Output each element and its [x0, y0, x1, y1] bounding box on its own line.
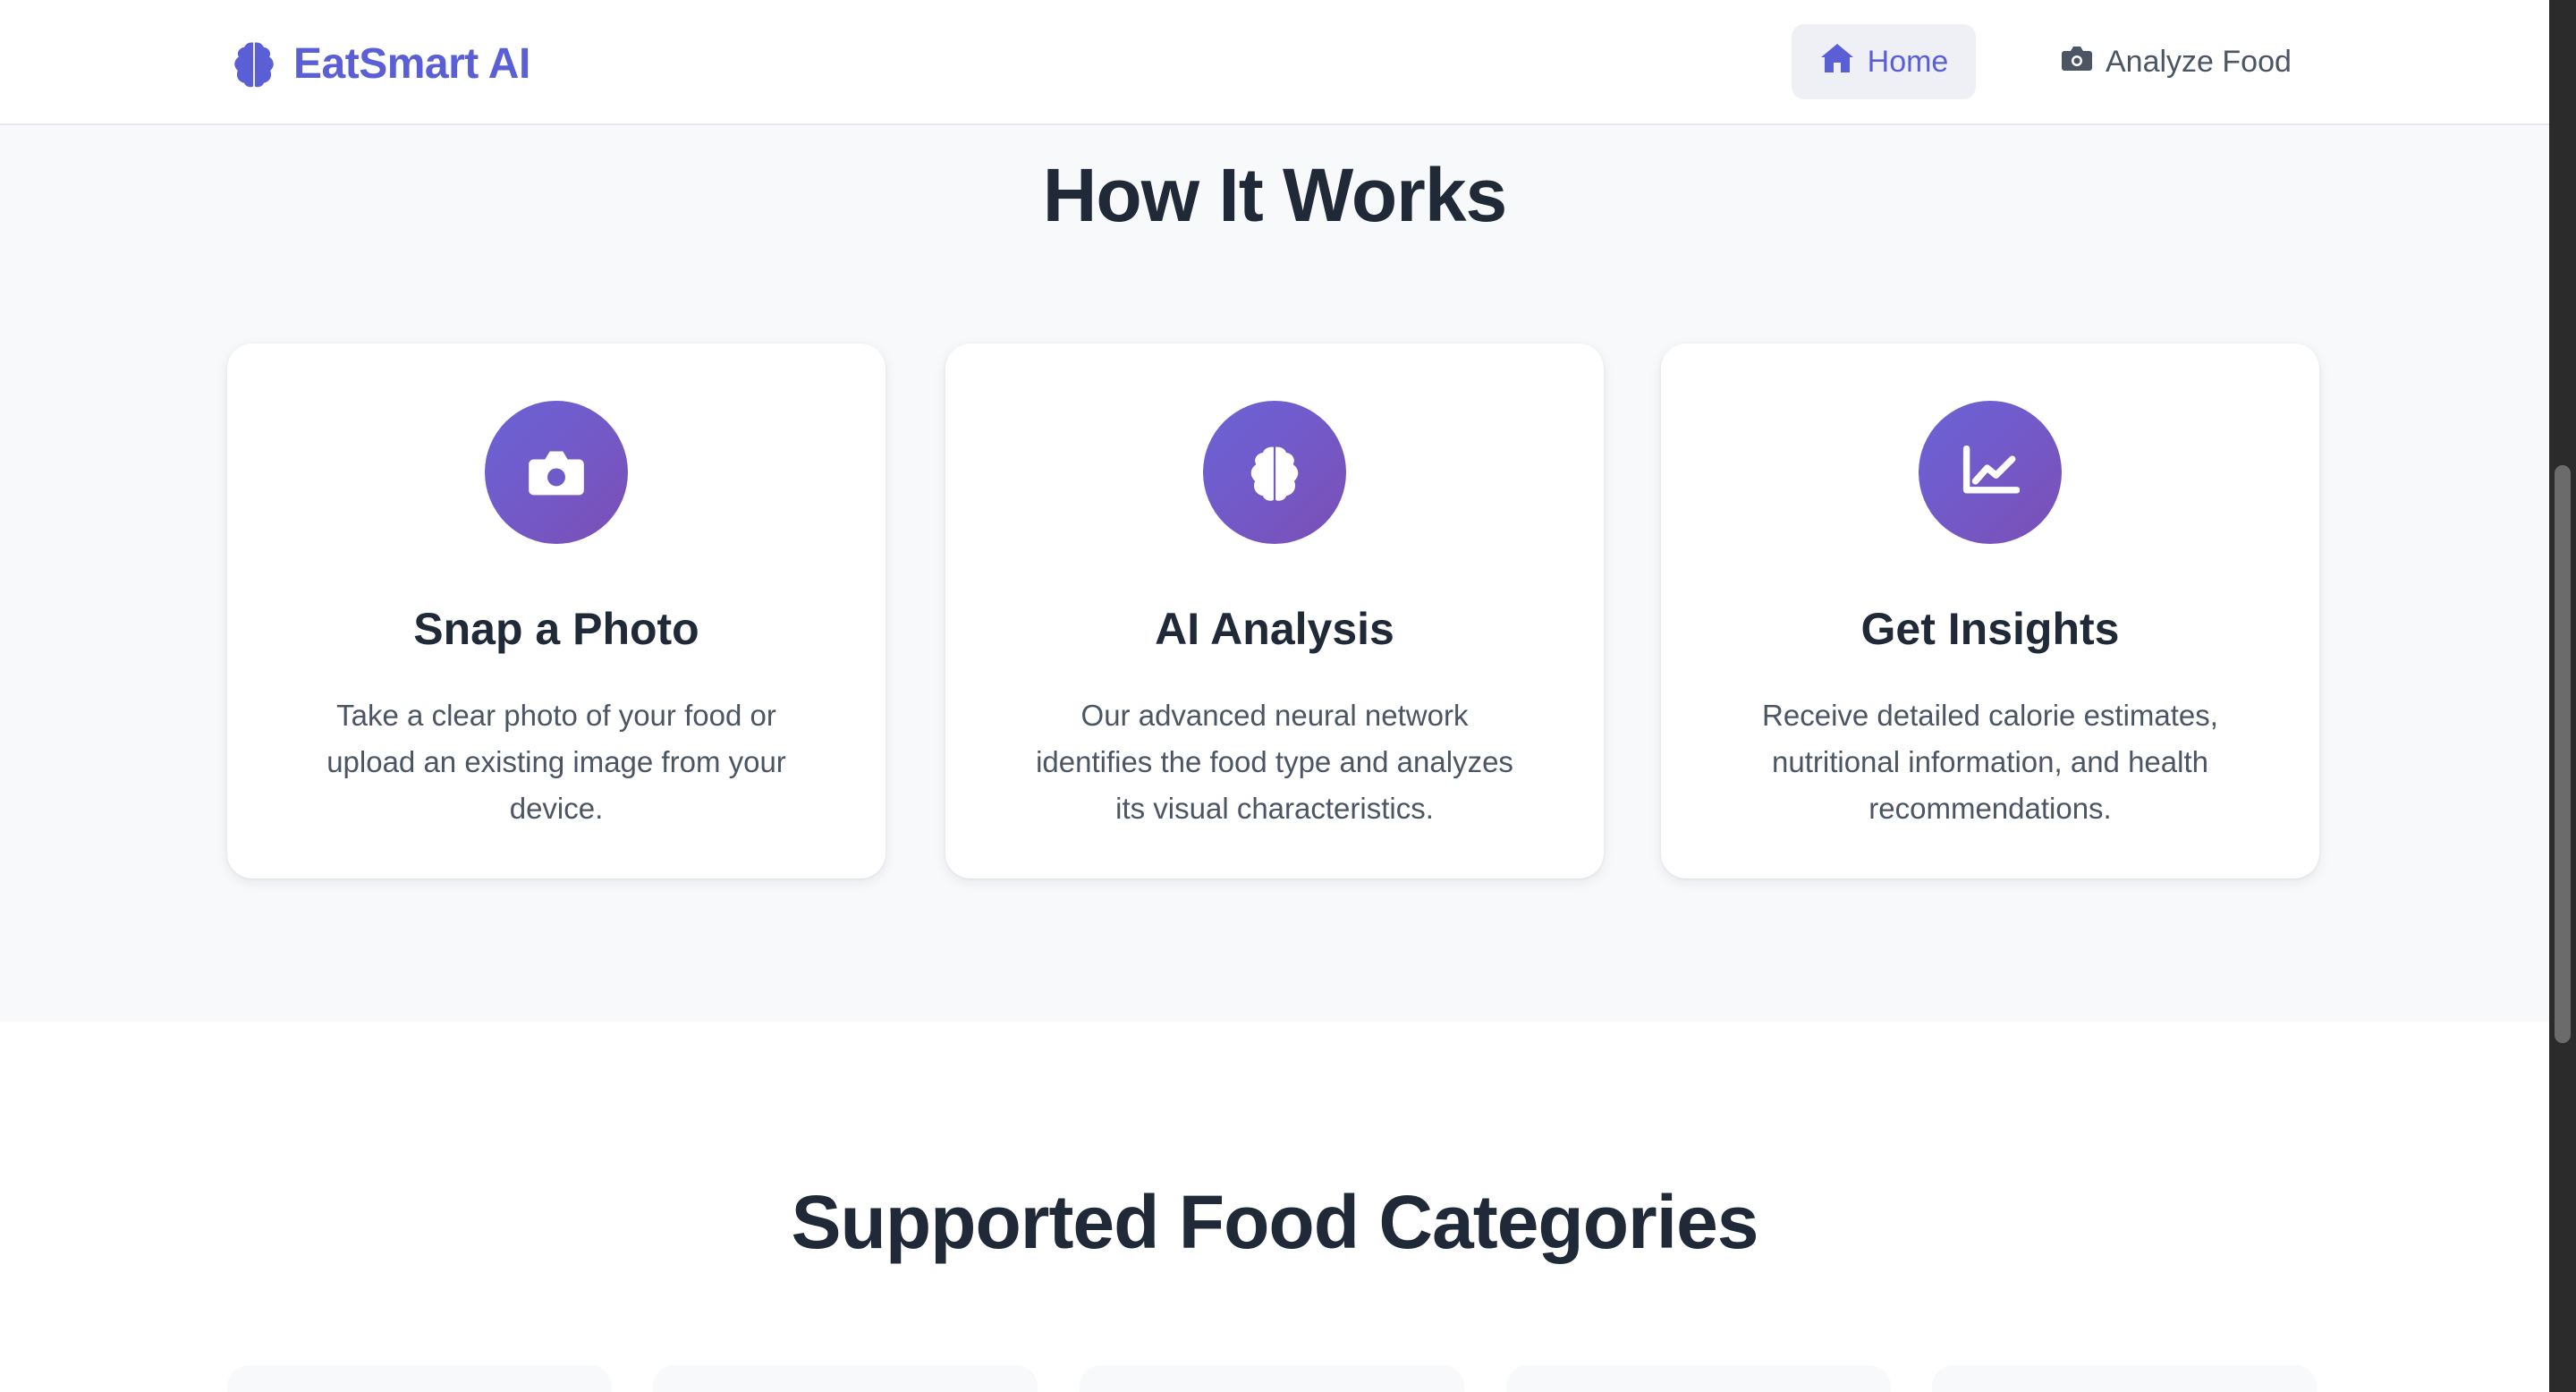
category-tile[interactable]	[1932, 1365, 2317, 1392]
brand-logo[interactable]: EatSmart AI	[227, 32, 530, 95]
nav-home-label: Home	[1867, 44, 1949, 79]
card-description: Receive detailed calorie estimates, nutr…	[1762, 699, 2218, 825]
categories-title: Supported Food Categories	[791, 1180, 1758, 1264]
card-get-insights: Get Insights Receive detailed calorie es…	[1661, 344, 2319, 878]
card-ai-analysis: AI Analysis Our advanced neural network …	[945, 344, 1604, 878]
category-tile[interactable]	[227, 1365, 612, 1392]
camera-icon	[2061, 44, 2093, 81]
scrollbar-thumb[interactable]	[2555, 465, 2571, 1043]
card-snap-photo: Snap a Photo Take a clear photo of your …	[227, 344, 886, 878]
vertical-scrollbar[interactable]	[2549, 0, 2576, 1392]
category-tile[interactable]	[1506, 1365, 1891, 1392]
card-title: Snap a Photo	[413, 604, 699, 654]
category-tile[interactable]	[1080, 1365, 1464, 1392]
brain-icon	[1203, 401, 1346, 544]
chart-line-icon	[1919, 401, 2062, 544]
page: EatSmart AI Home Analyze Food How It Wor…	[0, 0, 2549, 1392]
how-it-works-title: How It Works	[1042, 153, 1508, 237]
brand-name: EatSmart AI	[293, 39, 530, 88]
brain-icon	[227, 37, 281, 90]
category-tile[interactable]	[653, 1365, 1038, 1392]
card-description: Our advanced neural network identifies t…	[1036, 699, 1513, 825]
card-title: AI Analysis	[1155, 604, 1394, 654]
nav-analyze-label: Analyze Food	[2106, 44, 2292, 79]
supported-categories-section: Supported Food Categories	[0, 1022, 2549, 1392]
card-title: Get Insights	[1860, 604, 2120, 654]
camera-icon	[485, 401, 628, 544]
how-it-works-section: How It Works Snap a Photo Take a clear p…	[0, 125, 2549, 1022]
nav-home-link[interactable]: Home	[1792, 24, 1976, 99]
nav-analyze-food-link[interactable]: Analyze Food	[2048, 24, 2317, 99]
home-icon	[1819, 42, 1855, 82]
navbar: EatSmart AI Home Analyze Food	[0, 0, 2549, 125]
card-description: Take a clear photo of your food or uploa…	[326, 699, 786, 825]
